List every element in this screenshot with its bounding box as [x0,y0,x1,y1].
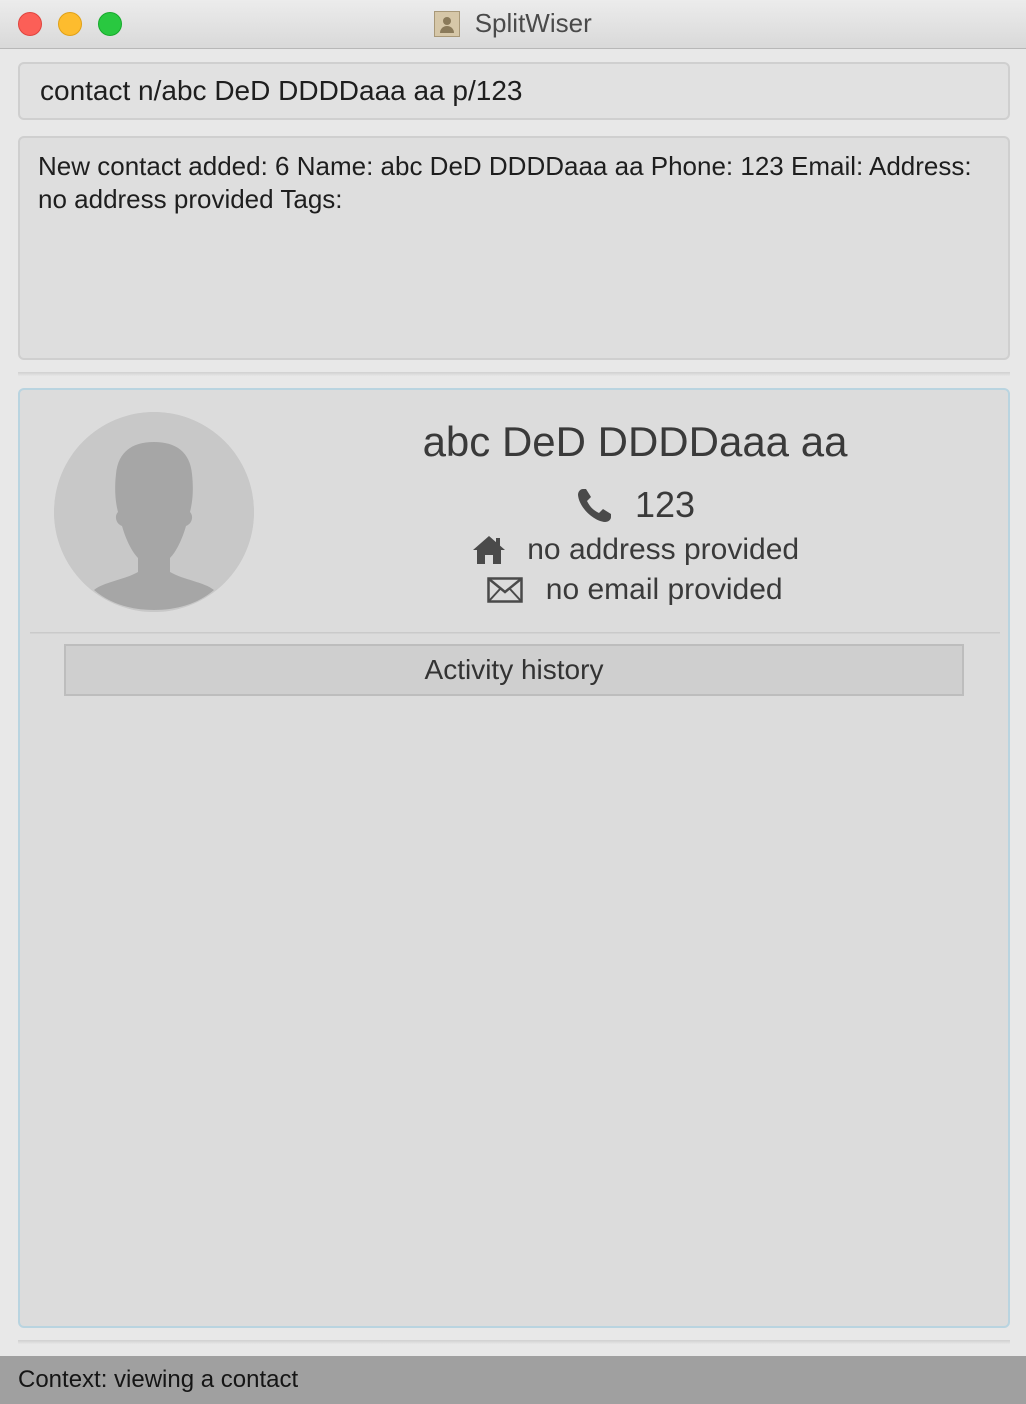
person-silhouette-icon [54,412,254,612]
title-bar[interactable]: SplitWiser [0,0,1026,49]
result-display: New contact added: 6 Name: abc DeD DDDDa… [18,136,1010,360]
status-bar: Context: viewing a contact [0,1356,1026,1404]
contact-detail-panel: abc DeD DDDDaaa aa 123 no address provid… [18,388,1010,1328]
contact-address-row: no address provided [260,532,1010,567]
command-input[interactable]: contact n/abc DeD DDDDaaa aa p/123 [18,62,1010,120]
window-title: SplitWiser [474,8,592,38]
window-title-area: SplitWiser [0,8,1026,40]
home-icon [472,536,505,565]
activity-history-button[interactable]: Activity history [64,644,964,696]
app-window: SplitWiser contact n/abc DeD DDDDaaa aa … [0,0,1026,1404]
phone-icon [577,489,611,523]
contact-name: abc DeD DDDDaaa aa [422,418,848,465]
contact-email-row: no email provided [260,572,1010,607]
contact-email: no email provided [545,573,783,607]
section-divider [18,372,1010,376]
contact-address: no address provided [527,533,800,567]
envelope-icon [487,577,524,603]
bottom-divider [18,1340,1010,1344]
contact-phone-row: 123 [260,482,1010,526]
app-icon [434,10,461,37]
contact-phone: 123 [634,484,696,526]
details-divider [30,632,1000,635]
avatar [54,412,254,612]
